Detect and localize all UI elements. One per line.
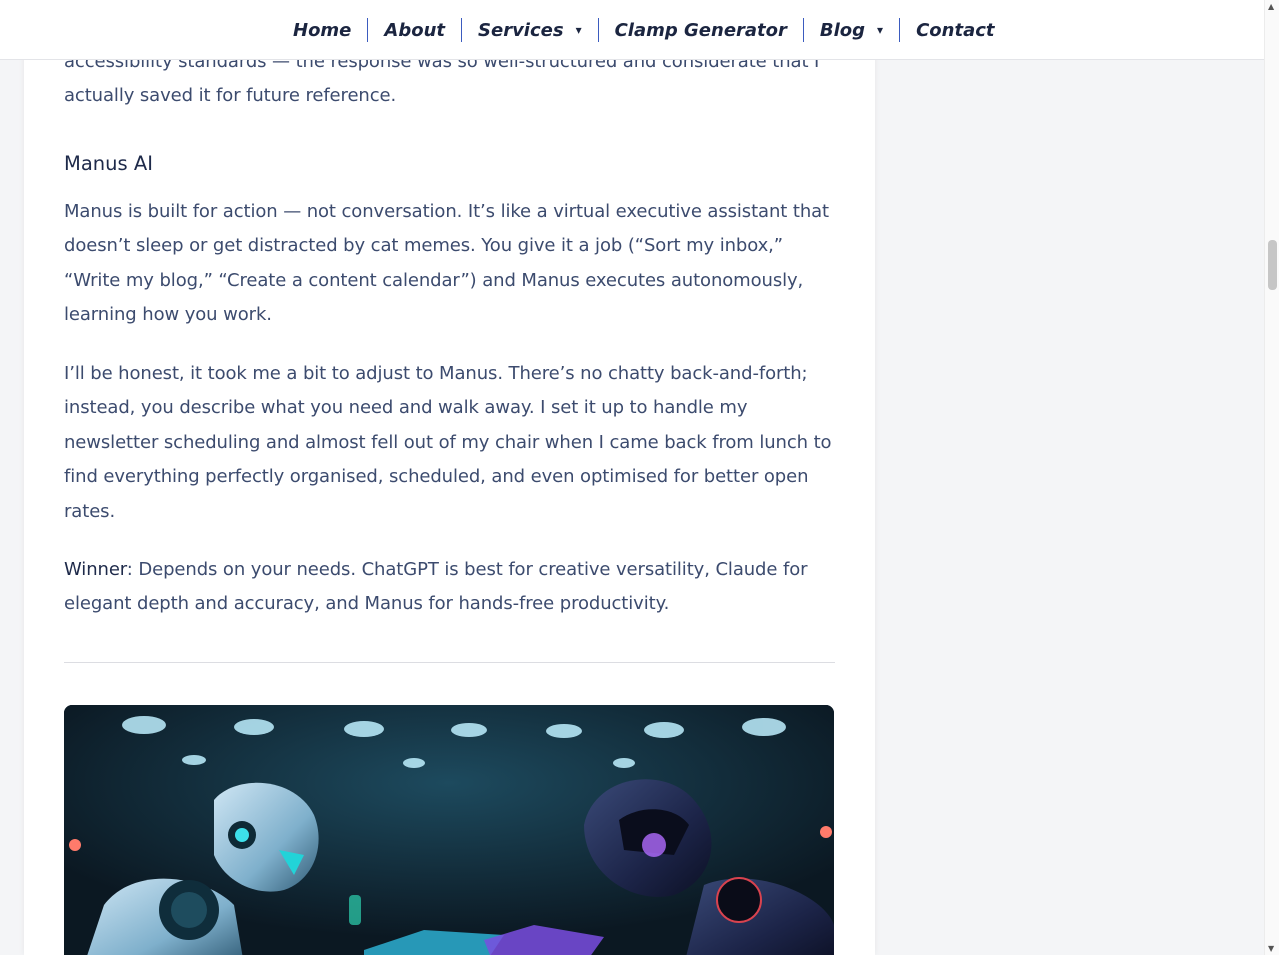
robots-illustration [64,705,834,955]
nav-about[interactable]: About [367,18,461,42]
page-scrollbar[interactable]: ▲ ▼ [1264,0,1279,955]
scrollbar-thumb[interactable] [1268,240,1277,290]
nav-services-label: Services [478,19,564,41]
winner-label: Winner [64,559,127,580]
nav-services[interactable]: Services ▾ [461,18,598,42]
nav-contact-label: Contact [916,19,995,41]
hero-image [64,705,834,955]
nav-clamp-generator-label: Clamp Generator [614,19,787,41]
section-heading: Manus AI [64,152,153,175]
prev-line-2: actually saved it for future reference. [64,85,397,107]
winner-paragraph: Winner: Depends on your needs. ChatGPT i… [64,553,835,622]
winner-text: : Depends on your needs. ChatGPT is best… [64,559,808,615]
article-paragraph-2: I’ll be honest, it took me a bit to adju… [64,363,832,522]
scroll-up-icon[interactable]: ▲ [1268,2,1274,11]
nav-blog[interactable]: Blog ▾ [802,18,899,42]
nav-contact[interactable]: Contact [899,18,1010,42]
article-paragraph-1: Manus is built for action — not conversa… [64,201,830,326]
nav-home[interactable]: Home [277,18,367,42]
chevron-down-icon[interactable]: ▾ [576,23,582,37]
chevron-down-icon[interactable]: ▾ [877,23,883,37]
nav-clamp-generator[interactable]: Clamp Generator [597,18,803,42]
nav-about-label: About [384,19,446,41]
scroll-down-icon[interactable]: ▼ [1268,944,1274,953]
main-nav: Home About Services ▾ Clamp Generator Blo… [0,0,1264,60]
nav-blog-label: Blog [819,19,866,41]
nav-menu: Home About Services ▾ Clamp Generator Blo… [277,16,1011,44]
article-card: accessibility standards — the response w… [24,0,875,955]
section-divider [64,662,835,663]
nav-home-label: Home [293,19,352,41]
